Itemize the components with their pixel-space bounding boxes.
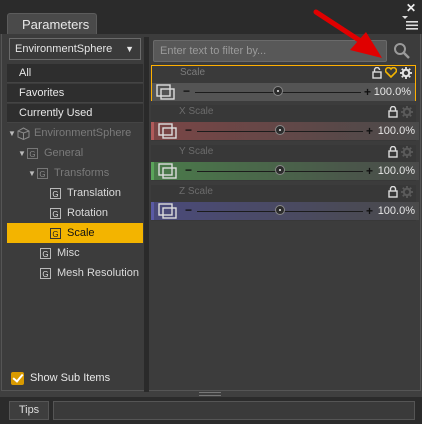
- keyframe-icon[interactable]: [158, 203, 178, 219]
- slider-knob[interactable]: [275, 205, 285, 215]
- tree-node-misc[interactable]: G Misc: [40, 244, 80, 263]
- keyframe-icon[interactable]: [156, 84, 176, 100]
- panel-menu-icon[interactable]: [402, 16, 418, 30]
- panel-resize-handle[interactable]: [199, 392, 221, 396]
- param-label: Y Scale: [179, 146, 214, 157]
- param-slider-track[interactable]: − + 100.0%: [152, 83, 415, 101]
- node-selector-dropdown[interactable]: EnvironmentSphere ▼: [9, 38, 141, 60]
- gear-icon[interactable]: [401, 186, 413, 201]
- tree-label-scale: Scale: [67, 227, 95, 239]
- param-slider-track[interactable]: − + 100.0%: [151, 122, 419, 140]
- decrement-button[interactable]: −: [185, 164, 192, 176]
- tree-label-general: General: [44, 147, 84, 159]
- param-label: X Scale: [179, 106, 214, 117]
- decrement-button[interactable]: −: [183, 85, 190, 97]
- param-row[interactable]: Y Scale − + 100.0%: [151, 145, 419, 181]
- tree-node-rotation[interactable]: G Rotation: [50, 204, 108, 223]
- param-value[interactable]: 100.0%: [378, 165, 415, 177]
- filter-all[interactable]: All: [7, 64, 143, 83]
- search-icon[interactable]: [391, 40, 413, 62]
- pane-splitter[interactable]: [144, 37, 149, 392]
- checkbox-checked-icon[interactable]: [11, 371, 24, 385]
- param-value[interactable]: 100.0%: [374, 86, 411, 98]
- param-row[interactable]: X Scale − + 100.0%: [151, 105, 419, 141]
- tree-label-translation: Translation: [67, 187, 122, 199]
- expand-triangle-icon[interactable]: ▼: [8, 124, 17, 143]
- figure-node-icon: [17, 127, 30, 140]
- keyframe-icon[interactable]: [158, 123, 178, 139]
- expand-triangle-icon[interactable]: ▼: [18, 144, 27, 163]
- param-icons: [369, 66, 412, 82]
- increment-button[interactable]: +: [366, 205, 373, 217]
- lock-icon[interactable]: [388, 145, 398, 161]
- chevron-down-icon: ▼: [125, 44, 134, 54]
- tree-node-transforms[interactable]: ▼ G Transforms: [28, 164, 109, 183]
- tree-node-general[interactable]: ▼ G General: [18, 144, 83, 163]
- tree-node-root[interactable]: ▼ EnvironmentSphere: [8, 124, 131, 143]
- param-label: Z Scale: [179, 186, 213, 197]
- tree-label-rotation: Rotation: [67, 207, 108, 219]
- tree-label-root: EnvironmentSphere: [34, 127, 132, 139]
- param-value[interactable]: 100.0%: [378, 205, 415, 217]
- group-icon: G: [50, 207, 61, 219]
- slider-knob[interactable]: [275, 125, 285, 135]
- decrement-button[interactable]: −: [185, 124, 192, 136]
- group-icon: G: [37, 167, 48, 179]
- param-row[interactable]: Z Scale − + 100.0%: [151, 185, 419, 221]
- show-sub-items-checkbox[interactable]: Show Sub Items: [11, 370, 110, 386]
- gear-icon[interactable]: [401, 146, 413, 161]
- param-label: Scale: [180, 67, 206, 78]
- lock-icon[interactable]: [372, 66, 382, 82]
- slider-knob[interactable]: [275, 165, 285, 175]
- tree-node-scale[interactable]: G Scale: [50, 224, 95, 243]
- red-arrow-annotation: [313, 9, 382, 58]
- group-icon: G: [50, 227, 61, 239]
- param-icons: [385, 145, 413, 161]
- increment-button[interactable]: +: [366, 125, 373, 137]
- close-icon[interactable]: ✕: [406, 1, 416, 15]
- filter-currently-used[interactable]: Currently Used: [7, 104, 143, 123]
- keyframe-icon[interactable]: [158, 163, 178, 179]
- favorite-heart-icon[interactable]: [384, 66, 398, 81]
- param-icons: [385, 105, 413, 121]
- tree-label-misc: Misc: [57, 247, 80, 259]
- tab-parameters[interactable]: Parameters: [7, 13, 97, 34]
- decrement-button[interactable]: −: [185, 204, 192, 216]
- param-slider-track[interactable]: − + 100.0%: [151, 162, 419, 180]
- tips-content: [53, 401, 415, 420]
- param-icons: [385, 185, 413, 201]
- increment-button[interactable]: +: [364, 86, 371, 98]
- tree-label-transforms: Transforms: [54, 167, 110, 179]
- lock-icon[interactable]: [388, 105, 398, 121]
- group-icon: G: [27, 147, 38, 159]
- group-icon: G: [40, 267, 51, 279]
- show-sub-items-label: Show Sub Items: [30, 372, 111, 384]
- gear-icon[interactable]: [400, 67, 412, 82]
- tips-tab[interactable]: Tips: [9, 401, 49, 420]
- param-value[interactable]: 100.0%: [378, 125, 415, 137]
- slider-knob[interactable]: [273, 86, 283, 96]
- param-row[interactable]: Scale − + 100.0%: [151, 65, 416, 101]
- tree-node-mesh-resolution[interactable]: G Mesh Resolution: [40, 264, 139, 283]
- gear-icon[interactable]: [401, 106, 413, 121]
- group-icon: G: [40, 247, 51, 259]
- tree-label-mesh-resolution: Mesh Resolution: [57, 267, 139, 279]
- param-slider-track[interactable]: − + 100.0%: [151, 202, 419, 220]
- increment-button[interactable]: +: [366, 165, 373, 177]
- expand-triangle-icon[interactable]: ▼: [28, 164, 37, 183]
- tree-node-translation[interactable]: G Translation: [50, 184, 121, 203]
- lock-icon[interactable]: [388, 185, 398, 201]
- node-selector-value: EnvironmentSphere: [15, 43, 113, 55]
- node-list-pane: EnvironmentSphere ▼ All Favorites Curren…: [5, 37, 143, 392]
- filter-favorites[interactable]: Favorites: [7, 84, 143, 103]
- group-icon: G: [50, 187, 61, 199]
